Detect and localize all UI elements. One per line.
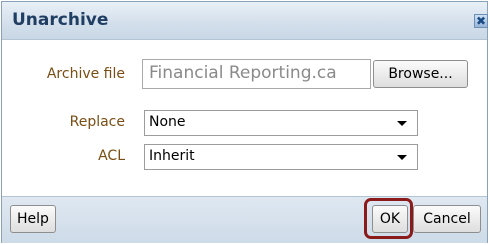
- dialog-titlebar: Unarchive ✖: [2, 2, 488, 40]
- acl-label: ACL: [98, 148, 125, 164]
- cancel-button[interactable]: Cancel: [413, 205, 481, 233]
- dialog-body: Archive file Financial Reporting.ca Brow…: [2, 40, 487, 195]
- unarchive-dialog: Unarchive ✖ Archive file Financial Repor…: [1, 1, 488, 243]
- acl-select[interactable]: Inherit: [144, 144, 418, 170]
- replace-label: Replace: [69, 114, 125, 130]
- dialog-footer: Help OK Cancel: [2, 196, 487, 243]
- close-icon[interactable]: ✖: [474, 14, 488, 28]
- archive-file-input[interactable]: Financial Reporting.ca: [142, 59, 371, 89]
- browse-button[interactable]: Browse...: [373, 60, 468, 88]
- chevron-down-icon: [397, 121, 407, 126]
- ok-button[interactable]: OK: [372, 205, 408, 233]
- chevron-down-icon: [397, 155, 407, 160]
- replace-select[interactable]: None: [144, 110, 418, 136]
- dialog-title: Unarchive: [12, 10, 109, 30]
- acl-select-value: Inherit: [149, 148, 195, 164]
- replace-select-value: None: [149, 114, 186, 130]
- archive-file-label: Archive file: [46, 66, 125, 82]
- help-button[interactable]: Help: [10, 205, 56, 233]
